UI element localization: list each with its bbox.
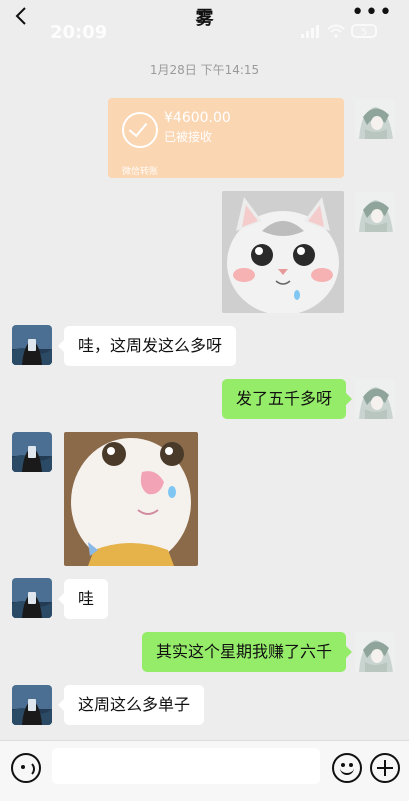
cat-sticker-image[interactable] <box>222 191 344 313</box>
more-options-button[interactable]: ••• <box>351 0 393 25</box>
top-bar: 雾 ••• 20:09 5 <box>0 0 409 44</box>
avatar[interactable] <box>12 432 52 472</box>
transfer-card[interactable]: ¥4600.00 已被接收 微信转账 <box>108 98 344 178</box>
status-icons: 5 <box>301 24 377 38</box>
avatar[interactable] <box>12 578 52 618</box>
transfer-amount: ¥4600.00 <box>164 110 231 126</box>
wifi-icon <box>327 24 345 38</box>
check-circle-icon <box>122 112 158 148</box>
avatar[interactable] <box>12 325 52 365</box>
input-bar <box>0 740 409 801</box>
message-input[interactable] <box>52 748 320 784</box>
plus-icon[interactable] <box>370 753 400 783</box>
chat-timestamp: 1月28日 下午14:15 <box>149 63 260 77</box>
message-bubble-sent[interactable]: 发了五千多呀 <box>221 379 353 419</box>
message-bubble-received[interactable]: 这周这么多单子 <box>57 685 205 725</box>
transfer-footer: 微信转账 <box>122 167 159 177</box>
emoji-icon[interactable] <box>332 753 362 783</box>
avatar[interactable] <box>12 685 52 725</box>
signal-icon <box>301 24 321 38</box>
avatar[interactable] <box>355 192 395 232</box>
transfer-status: 已被接收 <box>164 130 213 144</box>
battery-indicator: 5 <box>351 24 377 38</box>
avatar[interactable] <box>355 632 395 672</box>
cat-sticker-image[interactable] <box>64 432 198 566</box>
voice-icon[interactable] <box>11 753 41 783</box>
avatar[interactable] <box>355 379 395 419</box>
message-bubble-received[interactable]: 哇，这周发这么多呀 <box>57 326 237 366</box>
message-bubble-received[interactable]: 哇 <box>57 579 109 619</box>
status-time: 20:09 <box>50 22 108 43</box>
avatar[interactable] <box>355 99 395 139</box>
message-bubble-sent[interactable]: 其实这个星期我赚了六千 <box>141 632 353 672</box>
